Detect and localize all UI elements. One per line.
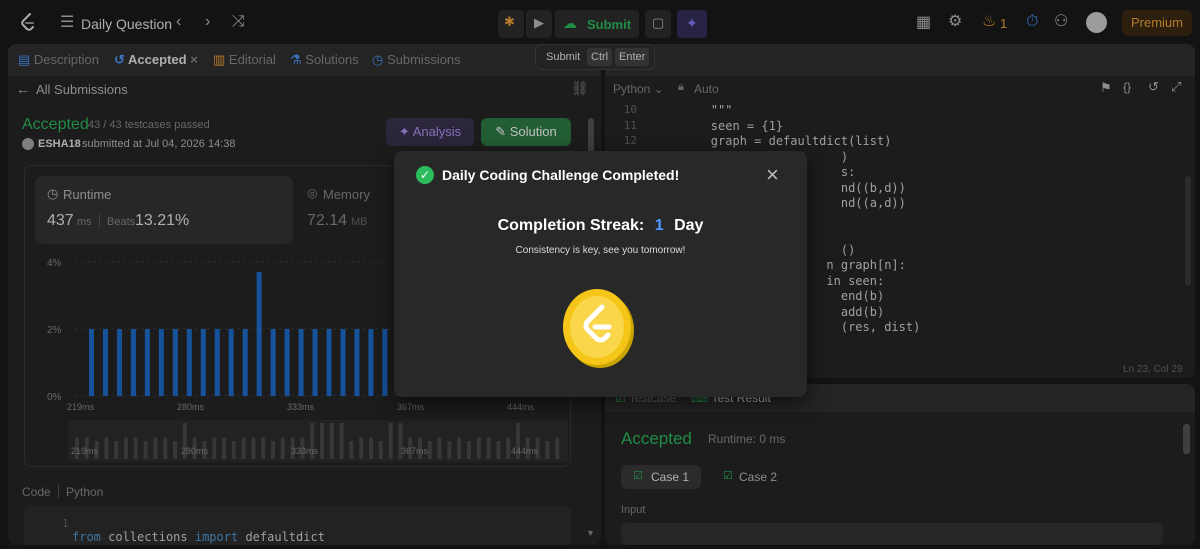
streak-line: Completion Streak: 1 Day xyxy=(394,217,807,235)
streak-value: 1 xyxy=(654,217,664,234)
streak-unit: Day xyxy=(674,217,704,234)
modal-title: Daily Coding Challenge Completed! xyxy=(442,167,680,183)
leetcode-coin-icon xyxy=(563,289,634,368)
modal-message: Consistency is key, see you tomorrow! xyxy=(515,245,686,256)
close-icon[interactable]: × xyxy=(766,162,779,188)
challenge-completed-modal: ✓ Daily Coding Challenge Completed! × Co… xyxy=(394,151,807,397)
success-check-icon: ✓ xyxy=(416,166,434,184)
streak-label: Completion Streak: xyxy=(497,217,645,234)
